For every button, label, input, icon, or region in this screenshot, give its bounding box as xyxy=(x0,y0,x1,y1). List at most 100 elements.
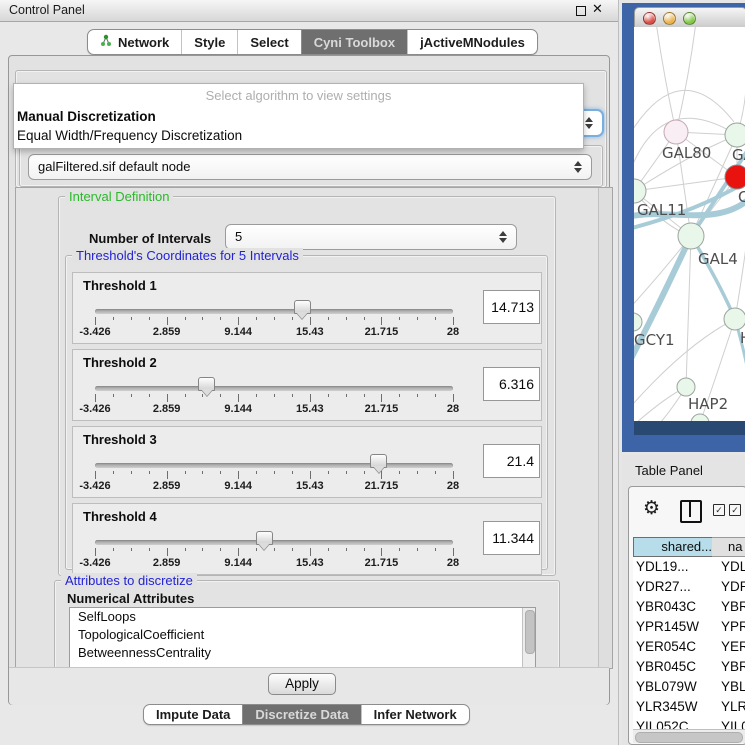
tab-style[interactable]: Style xyxy=(181,30,237,54)
tab-select[interactable]: Select xyxy=(237,30,300,54)
tick-mark xyxy=(453,317,454,325)
table-cell[interactable]: YER054C xyxy=(636,637,696,657)
close-icon[interactable]: ✕ xyxy=(592,1,603,17)
number-of-intervals-spinner[interactable]: 5 xyxy=(225,224,517,250)
table-cell[interactable]: YBR0 xyxy=(721,597,745,617)
threshold-slider-track[interactable] xyxy=(95,463,453,468)
tick-mark xyxy=(381,317,382,325)
attributes-list-scrollbar[interactable] xyxy=(522,608,535,668)
threshold-slider-thumb[interactable] xyxy=(294,300,311,314)
table-cell[interactable]: YDR2 xyxy=(721,577,745,597)
attributes-list-scrollbar-thumb[interactable] xyxy=(525,610,535,654)
table-cell[interactable]: YBL079W xyxy=(636,677,697,697)
table-row[interactable]: YER054C YER0 xyxy=(633,637,745,657)
tab-cyni-toolbox[interactable]: Cyni Toolbox xyxy=(301,30,407,54)
network-canvas[interactable]: GAL80GACGAL11GAL4GCY1HHAP2 xyxy=(634,27,745,421)
apply-button[interactable]: Apply xyxy=(268,673,336,695)
table-cell[interactable]: YBL0 xyxy=(721,677,745,697)
threshold-slider-track[interactable] xyxy=(95,309,453,314)
bottom-tab-infer-network[interactable]: Infer Network xyxy=(361,705,469,724)
attribute-item-betweennesscentrality[interactable]: BetweennessCentrality xyxy=(70,644,535,662)
network-edge[interactable] xyxy=(656,27,676,132)
attribute-item-selfloops[interactable]: SelfLoops xyxy=(70,608,535,626)
table-row[interactable]: YLR345W YLR3 xyxy=(633,697,745,717)
table-row[interactable]: YDL19... YDL1 xyxy=(633,557,745,577)
threshold-value-field[interactable]: 14.713 xyxy=(483,290,540,324)
bottom-tab-discretize-data[interactable]: Discretize Data xyxy=(242,705,360,724)
attribute-item-topologicalcoefficient[interactable]: TopologicalCoefficient xyxy=(70,626,535,644)
tab-label: Network xyxy=(118,35,169,50)
float-window-icon[interactable] xyxy=(576,6,586,16)
table-cell[interactable]: YDR27... xyxy=(636,577,691,597)
table-cell[interactable]: YLR3 xyxy=(721,697,745,717)
network-edge[interactable] xyxy=(686,236,691,387)
table-cell[interactable]: YIL0 xyxy=(721,717,745,729)
network-edge[interactable] xyxy=(676,27,696,132)
network-thick-edge[interactable] xyxy=(634,236,691,372)
table-row[interactable]: YBL079W YBL0 xyxy=(633,677,745,697)
tick-mark xyxy=(167,317,168,325)
table-hscrollbar-thumb[interactable] xyxy=(635,732,743,743)
table-row[interactable]: YBR045C YBR0 xyxy=(633,657,745,677)
table-data-combobox[interactable]: galFiltered.sif default node xyxy=(28,154,592,180)
threshold-value-field[interactable]: 11.344 xyxy=(483,521,540,555)
node-gal80[interactable] xyxy=(664,120,688,144)
table-row[interactable]: YIL052C YIL0 xyxy=(633,717,745,729)
column-header-shared-name[interactable]: shared... xyxy=(633,537,719,557)
threshold-slider-thumb[interactable] xyxy=(370,454,387,468)
tick-mark xyxy=(364,317,365,320)
checkbox-icon[interactable]: ✓ xyxy=(713,504,725,516)
settings-scrollbar-track[interactable] xyxy=(598,188,613,668)
gear-icon[interactable]: ⚙ xyxy=(643,498,660,520)
table-cell[interactable]: YER0 xyxy=(721,637,745,657)
node-gcy1[interactable] xyxy=(634,313,642,331)
table-row[interactable]: YDR27... YDR2 xyxy=(633,577,745,597)
dropdown-prompt-item[interactable]: Select algorithm to view settings xyxy=(14,84,583,107)
threshold-slider-thumb[interactable] xyxy=(198,377,215,391)
combo-arrows-icon xyxy=(585,116,593,130)
network-thick-edge[interactable] xyxy=(691,236,735,319)
threshold-value-field[interactable]: 21.4 xyxy=(483,444,540,478)
table-cell[interactable]: YPR1 xyxy=(721,617,745,637)
node-bottom[interactable] xyxy=(691,414,709,421)
minimize-traffic-light-icon[interactable] xyxy=(663,12,676,25)
table-cell[interactable]: YIL052C xyxy=(636,717,689,729)
threshold-value-field[interactable]: 6.316 xyxy=(483,367,540,401)
bottom-tab-impute-data[interactable]: Impute Data xyxy=(144,705,242,724)
node-gal4[interactable] xyxy=(678,223,704,249)
node-h[interactable] xyxy=(724,308,745,330)
node-hap2[interactable] xyxy=(677,378,695,396)
threshold-slider-track[interactable] xyxy=(95,540,453,545)
columns-icon[interactable] xyxy=(680,500,702,523)
numerical-attributes-list[interactable]: SelfLoopsTopologicalCoefficientBetweenne… xyxy=(69,607,536,669)
tab-jactivemnodules[interactable]: jActiveMNodules xyxy=(407,30,537,54)
table-cell[interactable]: YBR0 xyxy=(721,657,745,677)
tick-mark xyxy=(167,548,168,556)
node-top-right[interactable] xyxy=(725,123,745,147)
threshold-slider-track[interactable] xyxy=(95,386,453,391)
node-label-h: H xyxy=(740,329,745,347)
tick-mark xyxy=(95,394,96,402)
tick-mark xyxy=(381,548,382,556)
table-hscrollbar-track[interactable] xyxy=(633,729,745,743)
table-cell[interactable]: YDL1 xyxy=(721,557,745,577)
node-red[interactable] xyxy=(725,165,745,189)
dropdown-option-manual-discretization[interactable]: Manual Discretization xyxy=(14,107,583,126)
threshold-slider-thumb[interactable] xyxy=(256,531,273,545)
tick-mark xyxy=(149,471,150,474)
dropdown-option-equal-width-frequency[interactable]: Equal Width/Frequency Discretization xyxy=(14,126,583,145)
tab-network[interactable]: Network xyxy=(88,30,181,54)
close-traffic-light-icon[interactable] xyxy=(643,12,656,25)
table-cell[interactable]: YPR145W xyxy=(636,617,699,637)
network-window-titlebar[interactable] xyxy=(634,7,745,28)
column-header-name[interactable]: na xyxy=(712,537,745,557)
checkbox-icon[interactable]: ✓ xyxy=(729,504,741,516)
table-cell[interactable]: YDL19... xyxy=(636,557,689,577)
table-row[interactable]: YPR145W YPR1 xyxy=(633,617,745,637)
table-cell[interactable]: YBR043C xyxy=(636,597,696,617)
table-cell[interactable]: YLR345W xyxy=(636,697,698,717)
tick-label: 9.144 xyxy=(224,403,252,415)
table-cell[interactable]: YBR045C xyxy=(636,657,696,677)
table-row[interactable]: YBR043C YBR0 xyxy=(633,597,745,617)
zoom-traffic-light-icon[interactable] xyxy=(683,12,696,25)
